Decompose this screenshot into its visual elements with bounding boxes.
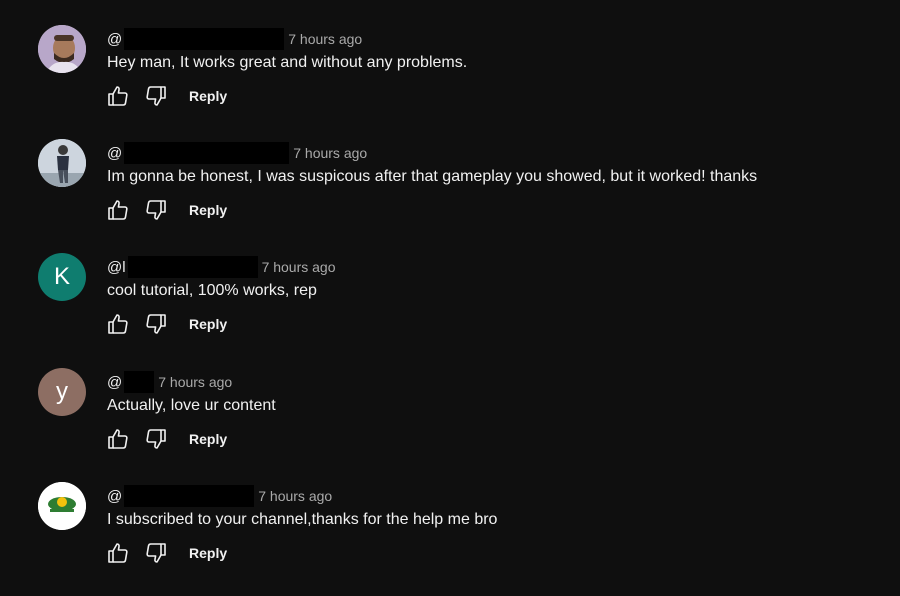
avatar[interactable] xyxy=(38,139,86,187)
avatar-letter: y xyxy=(56,378,68,405)
comment-timestamp[interactable]: 7 hours ago xyxy=(288,31,362,47)
comment-item: @ 7 hours ago I subscribed to your chann… xyxy=(0,482,900,596)
comment-item: K @l 7 hours ago cool tutorial, 100% wor… xyxy=(0,253,900,367)
redacted-name xyxy=(124,485,255,507)
like-button[interactable] xyxy=(105,197,131,223)
dislike-button[interactable] xyxy=(143,540,169,566)
comment-item: @ 7 hours ago Hey man, It works great an… xyxy=(0,25,900,139)
comment-text: Actually, love ur content xyxy=(107,397,276,414)
comment-meta: @ 7 hours ago xyxy=(107,28,362,50)
thumbs-down-icon xyxy=(146,543,166,563)
comment-timestamp[interactable]: 7 hours ago xyxy=(293,145,367,161)
reply-button[interactable]: Reply xyxy=(189,88,227,104)
avatar[interactable]: y xyxy=(38,368,86,416)
redacted-name xyxy=(124,142,290,164)
thumbs-down-icon xyxy=(146,429,166,449)
channel-logo xyxy=(38,482,86,530)
reply-button[interactable]: Reply xyxy=(189,316,227,332)
dislike-button[interactable] xyxy=(143,197,169,223)
author-handle[interactable]: @ xyxy=(107,145,122,162)
comment-actions: Reply xyxy=(105,83,227,109)
thumbs-down-icon xyxy=(146,86,166,106)
thumbs-up-icon xyxy=(108,314,128,334)
comment-timestamp[interactable]: 7 hours ago xyxy=(262,259,336,275)
like-button[interactable] xyxy=(105,83,131,109)
avatar[interactable]: K xyxy=(38,253,86,301)
thumbs-down-icon xyxy=(146,200,166,220)
thumbs-up-icon xyxy=(108,543,128,563)
dislike-button[interactable] xyxy=(143,426,169,452)
thumbs-down-icon xyxy=(146,314,166,334)
comment-actions: Reply xyxy=(105,311,227,337)
thumbs-up-icon xyxy=(108,200,128,220)
like-button[interactable] xyxy=(105,426,131,452)
avatar-letter: K xyxy=(53,263,70,290)
thumbs-up-icon xyxy=(108,429,128,449)
redacted-name xyxy=(124,371,155,393)
comment-actions: Reply xyxy=(105,197,227,223)
author-handle[interactable]: @l xyxy=(107,259,126,276)
like-button[interactable] xyxy=(105,540,131,566)
author-handle[interactable]: @ xyxy=(107,374,122,391)
comment-text: I subscribed to your channel,thanks for … xyxy=(107,511,498,528)
like-button[interactable] xyxy=(105,311,131,337)
avatar[interactable] xyxy=(38,482,86,530)
comment-meta: @l 7 hours ago xyxy=(107,256,336,278)
author-handle[interactable]: @ xyxy=(107,31,122,48)
thumbs-up-icon xyxy=(108,86,128,106)
comment-timestamp[interactable]: 7 hours ago xyxy=(158,374,232,390)
redacted-name xyxy=(127,256,258,278)
reply-button[interactable]: Reply xyxy=(189,545,227,561)
comment-meta: @ 7 hours ago xyxy=(107,485,332,507)
comment-actions: Reply xyxy=(105,426,227,452)
dislike-button[interactable] xyxy=(143,311,169,337)
comment-item: y @ 7 hours ago Actually, love ur conten… xyxy=(0,368,900,482)
comment-actions: Reply xyxy=(105,540,227,566)
comment-meta: @ 7 hours ago xyxy=(107,371,232,393)
comment-text: cool tutorial, 100% works, rep xyxy=(107,282,317,299)
comment-meta: @ 7 hours ago xyxy=(107,142,367,164)
avatar[interactable] xyxy=(38,25,86,73)
reply-button[interactable]: Reply xyxy=(189,202,227,218)
author-handle[interactable]: @ xyxy=(107,488,122,505)
reply-button[interactable]: Reply xyxy=(189,431,227,447)
comment-timestamp[interactable]: 7 hours ago xyxy=(258,488,332,504)
comment-text: Im gonna be honest, I was suspicous afte… xyxy=(107,168,758,185)
comment-item: @ 7 hours ago Im gonna be honest, I was … xyxy=(0,139,900,253)
dislike-button[interactable] xyxy=(143,83,169,109)
redacted-name xyxy=(124,28,285,50)
comment-text: Hey man, It works great and without any … xyxy=(107,54,468,71)
